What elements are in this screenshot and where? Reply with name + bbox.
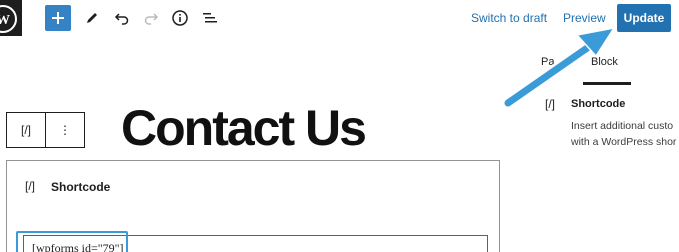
annotation-arrow — [502, 26, 616, 109]
